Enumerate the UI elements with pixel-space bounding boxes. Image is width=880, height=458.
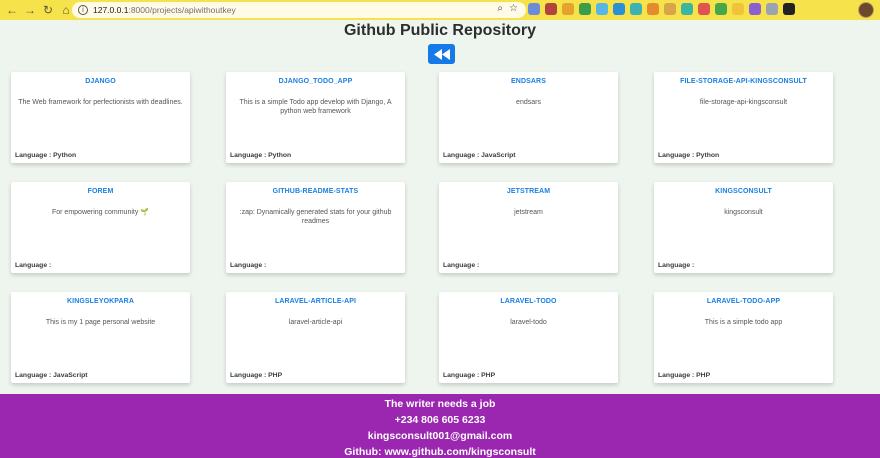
repo-description: file-storage-api-kingsconsult: [699, 99, 788, 106]
extension-icon[interactable]: [562, 3, 574, 15]
repo-card[interactable]: LARAVEL-ARTICLE-API laravel-article-api …: [226, 292, 405, 383]
repo-description: kingsconsult: [724, 209, 763, 216]
extension-icon[interactable]: [596, 3, 608, 15]
rewind-icon: [433, 48, 450, 60]
repo-description: jetstream: [514, 209, 543, 216]
repo-name[interactable]: GITHUB-README-STATS: [226, 188, 405, 195]
repo-description: This is my 1 page personal website: [45, 319, 156, 326]
repo-card[interactable]: DJANGO_TODO_APP This is a simple Todo ap…: [226, 72, 405, 163]
repo-language: Language :: [15, 262, 52, 269]
reload-icon[interactable]: ↻: [40, 2, 56, 18]
repo-card[interactable]: LARAVEL-TODO laravel-todo Language : PHP: [439, 292, 618, 383]
repo-language: Language : JavaScript: [443, 152, 516, 159]
forward-arrow-icon[interactable]: →: [22, 2, 38, 18]
repo-language: Language : Python: [658, 152, 720, 159]
repo-card[interactable]: LARAVEL-TODO-APP This is a simple todo a…: [654, 292, 833, 383]
repo-name[interactable]: DJANGO_TODO_APP: [226, 78, 405, 85]
repo-description: endsars: [516, 99, 541, 106]
back-button[interactable]: [428, 44, 455, 64]
repo-language: Language : Python: [230, 152, 292, 159]
repo-name[interactable]: DJANGO: [11, 78, 190, 85]
repo-description: laravel-todo: [510, 319, 547, 326]
back-arrow-icon[interactable]: ←: [4, 2, 20, 18]
extension-icon[interactable]: [715, 3, 727, 15]
footer-github-link[interactable]: Github: www.github.com/kingsconsult: [0, 444, 880, 458]
repo-description: For empowering community 🌱: [51, 209, 150, 216]
repo-card[interactable]: ENDSARS endsars Language : JavaScript: [439, 72, 618, 163]
repo-card[interactable]: GITHUB-README-STATS :zap: Dynamically ge…: [226, 182, 405, 273]
extension-icon[interactable]: [681, 3, 693, 15]
zoom-icon[interactable]: ⌕: [497, 3, 503, 14]
extension-icon[interactable]: [766, 3, 778, 15]
repo-card[interactable]: DJANGO The Web framework for perfectioni…: [11, 72, 190, 163]
extension-icon[interactable]: [545, 3, 557, 15]
repo-card[interactable]: FOREM For empowering community 🌱 Languag…: [11, 182, 190, 273]
extensions-bar: [528, 3, 795, 15]
extension-icon[interactable]: [630, 3, 642, 15]
extension-icon[interactable]: [579, 3, 591, 15]
repo-description: This is a simple todo app: [704, 319, 783, 326]
repo-language: Language :: [443, 262, 480, 269]
footer: The writer needs a job +234 806 605 6233…: [0, 394, 880, 458]
repo-description: This is a simple Todo app develop with D…: [239, 99, 392, 115]
repo-card[interactable]: JETSTREAM jetstream Language :: [439, 182, 618, 273]
repo-name[interactable]: ENDSARS: [439, 78, 618, 85]
extensions-puzzle-icon[interactable]: [783, 3, 795, 15]
url-text: 127.0.0.1:8000/projects/apiwithoutkey: [93, 5, 236, 15]
repo-name[interactable]: KINGSCONSULT: [654, 188, 833, 195]
footer-phone: +234 806 605 6233: [394, 414, 486, 426]
repo-description: :zap: Dynamically generated stats for yo…: [239, 209, 392, 225]
address-bar[interactable]: i 127.0.0.1:8000/projects/apiwithoutkey …: [72, 2, 526, 18]
repo-language: Language : PHP: [230, 372, 283, 379]
repo-name[interactable]: FILE-STORAGE-API-KINGSCONSULT: [654, 78, 833, 85]
profile-avatar[interactable]: [858, 2, 874, 18]
repo-description: laravel-article-api: [288, 319, 343, 326]
extension-icon[interactable]: [647, 3, 659, 15]
repo-description: The Web framework for perfectionists wit…: [18, 99, 183, 106]
footer-email: kingsconsult001@gmail.com: [367, 430, 513, 442]
repo-name[interactable]: LARAVEL-ARTICLE-API: [226, 298, 405, 305]
page-title: Github Public Repository: [343, 22, 536, 39]
extension-icon[interactable]: [613, 3, 625, 15]
extension-icon[interactable]: [528, 3, 540, 15]
repo-language: Language : PHP: [443, 372, 496, 379]
repo-language: Language : Python: [15, 152, 77, 159]
extension-icon[interactable]: [664, 3, 676, 15]
extension-icon[interactable]: [698, 3, 710, 15]
footer-job-text: The writer needs a job: [384, 398, 496, 410]
repo-language: Language :: [230, 262, 267, 269]
extension-icon[interactable]: [732, 3, 744, 15]
repo-card[interactable]: KINGSCONSULT kingsconsult Language :: [654, 182, 833, 273]
repo-name[interactable]: LARAVEL-TODO-APP: [654, 298, 833, 305]
repo-language: Language : JavaScript: [15, 372, 88, 379]
repo-name[interactable]: JETSTREAM: [439, 188, 618, 195]
repo-name[interactable]: LARAVEL-TODO: [439, 298, 618, 305]
bookmark-star-icon[interactable]: ☆: [509, 3, 518, 14]
repo-language: Language :: [658, 262, 695, 269]
extension-icon[interactable]: [749, 3, 761, 15]
repo-card[interactable]: KINGSLEYOKPARA This is my 1 page persona…: [11, 292, 190, 383]
repo-name[interactable]: FOREM: [11, 188, 190, 195]
repo-name[interactable]: KINGSLEYOKPARA: [11, 298, 190, 305]
repo-language: Language : PHP: [658, 372, 711, 379]
repo-card[interactable]: FILE-STORAGE-API-KINGSCONSULT file-stora…: [654, 72, 833, 163]
site-info-icon[interactable]: i: [78, 5, 88, 15]
browser-toolbar: ← → ↻ ⌂ i 127.0.0.1:8000/projects/apiwit…: [0, 0, 880, 20]
